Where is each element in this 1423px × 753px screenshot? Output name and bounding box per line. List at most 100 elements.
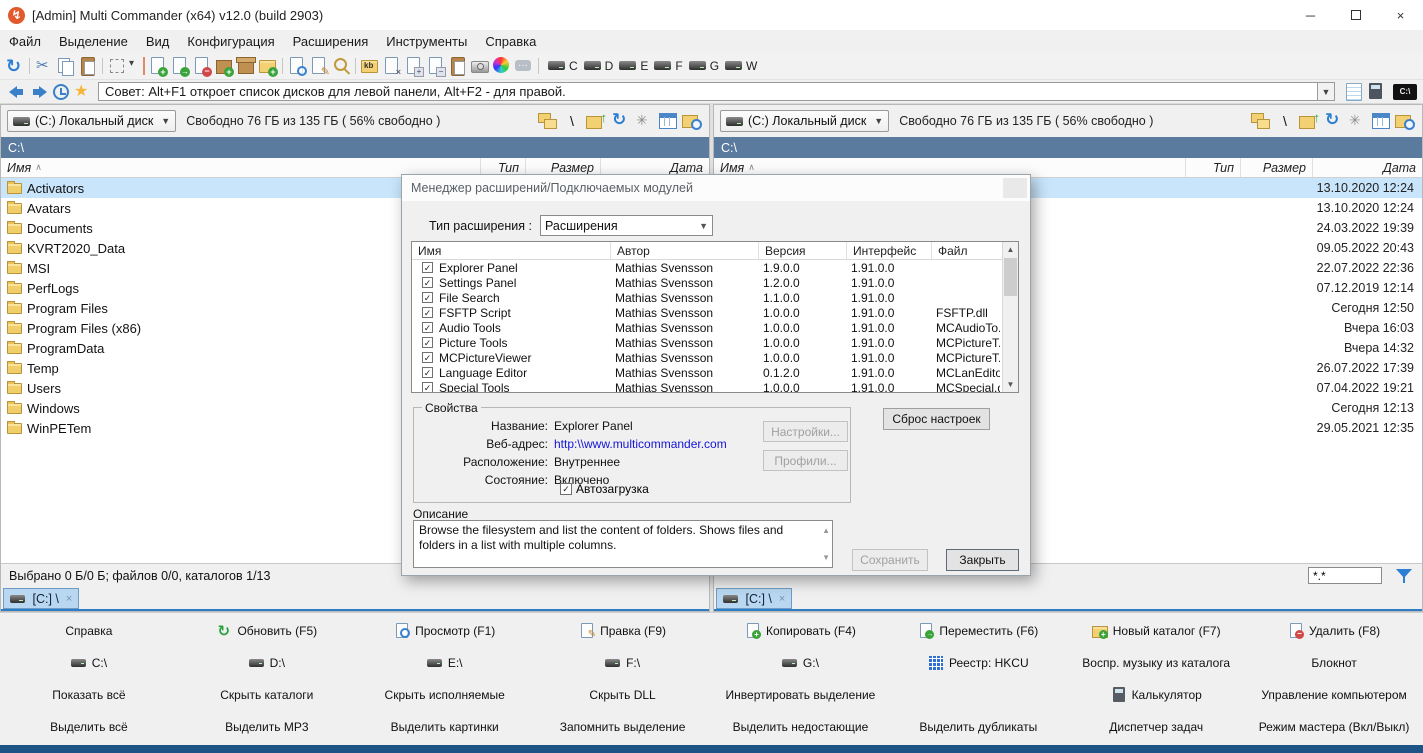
tab-close-icon[interactable]: × [66,593,72,605]
toolbar-drive-button[interactable]: F [654,59,682,73]
minimize-button[interactable]: ─ [1288,0,1333,30]
command-button[interactable]: Диспетчер задач [1067,711,1245,743]
separator[interactable] [352,55,359,77]
enabled-checkbox[interactable]: ✓ [422,367,433,378]
tab-c-drive[interactable]: [C:] \ × [716,588,792,609]
col-author[interactable]: Автор [611,242,759,259]
extension-row[interactable]: ✓Explorer Panel Mathias Svensson 1.9.0.0… [412,260,1018,275]
command-button[interactable]: Выделить дубликаты [889,711,1067,743]
save-button[interactable]: Сохранить [852,549,928,571]
command-button[interactable]: Правка (F9) [534,615,712,647]
goto-root-button[interactable]: \ [1274,111,1296,131]
command-button[interactable]: Режим мастера (Вкл/Выкл) [1245,711,1423,743]
separator[interactable] [99,55,106,77]
command-button[interactable]: Справка [0,615,178,647]
kb-folder-icon[interactable] [359,55,381,77]
enabled-checkbox[interactable]: ✓ [422,262,433,273]
extension-row[interactable]: ✓File Search Mathias Svensson 1.1.0.0 1.… [412,290,1018,305]
command-button[interactable]: Просмотр (F1) [356,615,534,647]
command-button[interactable]: Новый каталог (F7) [1067,615,1245,647]
media-player-icon[interactable] [469,55,491,77]
table-scrollbar[interactable]: ▲ ▼ [1002,242,1018,392]
command-button[interactable]: Реестр: HKCU [889,647,1067,679]
unpack-icon[interactable] [235,55,257,77]
menu-item[interactable]: Инструменты [377,30,476,52]
extension-row[interactable]: ✓Picture Tools Mathias Svensson 1.0.0.0 … [412,335,1018,350]
paste-icon[interactable] [77,55,99,77]
new-folder-icon[interactable] [257,55,279,77]
tab-c-drive[interactable]: [C:] \ × [3,588,79,609]
extension-type-select[interactable]: Расширения ▼ [540,215,713,236]
command-prompt-icon[interactable]: C:\ [1393,84,1417,100]
folder-search-icon[interactable] [681,111,703,131]
column-header-size[interactable]: Размер [1241,158,1313,177]
tip-input[interactable] [98,82,1318,101]
enabled-checkbox[interactable]: ✓ [422,307,433,318]
color-wheel-icon[interactable] [491,55,513,77]
col-version[interactable]: Версия [759,242,847,259]
command-button[interactable]: Управление компьютером [1245,679,1423,711]
scroll-thumb[interactable] [1004,258,1017,296]
enabled-checkbox[interactable]: ✓ [422,337,433,348]
close-button[interactable]: × [1378,0,1423,30]
doc-minus-icon[interactable] [425,55,447,77]
enabled-checkbox[interactable]: ✓ [422,352,433,363]
command-button[interactable]: D:\ [178,647,356,679]
col-file[interactable]: Файл [932,242,1002,259]
toolbar-drive-button[interactable]: C [548,59,578,73]
refresh-panel-button[interactable] [1322,111,1344,131]
column-header-type[interactable]: Тип [1186,158,1241,177]
calculator-icon[interactable] [1365,82,1387,102]
extension-row[interactable]: ✓Language Editor Mathias Svensson 0.1.2.… [412,365,1018,380]
left-drive-selector[interactable]: (C:) Локальный диск ▼ [7,110,176,132]
profiles-button[interactable]: Профили... [763,450,848,471]
command-button[interactable]: C:\ [0,647,178,679]
command-button[interactable]: Скрыть каталоги [178,679,356,711]
col-name[interactable]: Имя [412,242,611,259]
view-mode-icon[interactable] [1370,111,1392,131]
web-link[interactable]: http:\\www.multicommander.com [554,437,727,451]
refresh-panel-button[interactable] [609,111,631,131]
extension-row[interactable]: ✓FSFTP Script Mathias Svensson 1.0.0.0 1… [412,305,1018,320]
folder-up-button[interactable] [585,111,607,131]
extension-row[interactable]: ✓MCPictureViewer Mathias Svensson 1.0.0.… [412,350,1018,365]
menu-item[interactable]: Вид [137,30,179,52]
search-icon[interactable] [330,55,352,77]
forward-button[interactable] [28,82,50,102]
left-path-bar[interactable]: C:\ [1,137,709,158]
separator[interactable] [535,55,542,77]
back-button[interactable] [6,82,28,102]
command-button[interactable]: G:\ [712,647,890,679]
move-file-icon[interactable] [169,55,191,77]
toolbar-drive-button[interactable]: G [689,59,719,73]
dialog-close-button[interactable] [1003,178,1027,198]
command-button[interactable]: Скрыть исполняемые [356,679,534,711]
toolbar-drive-button[interactable]: W [725,59,757,73]
folder-up-button[interactable] [1298,111,1320,131]
command-button[interactable]: Скрыть DLL [534,679,712,711]
tools-wand-icon[interactable] [633,111,655,131]
column-header-date[interactable]: Дата [1313,158,1422,177]
settings-button[interactable]: Настройки... [763,421,848,442]
toolbar-drive-button[interactable]: E [619,59,648,73]
command-button[interactable]: Выделить картинки [356,711,534,743]
copy-path-icon[interactable] [1250,111,1272,131]
enabled-checkbox[interactable]: ✓ [422,322,433,333]
doc-plus-icon[interactable] [403,55,425,77]
select-mode-icon[interactable] [106,55,128,77]
scroll-down-icon[interactable]: ▼ [1003,377,1018,392]
select-caret-icon[interactable] [128,55,140,77]
toolbar-drive-button[interactable]: D [584,59,614,73]
command-button[interactable]: Выделить всё [0,711,178,743]
enabled-checkbox[interactable]: ✓ [422,382,433,393]
separator[interactable] [279,55,286,77]
filter-funnel-icon[interactable] [1394,567,1414,585]
notepad-icon[interactable] [1343,82,1365,102]
view-mode-icon[interactable] [657,111,679,131]
reset-settings-button[interactable]: Сброс настроек [883,408,990,430]
extension-row[interactable]: ✓Special Tools Mathias Svensson 1.0.0.0 … [412,380,1018,393]
separator[interactable] [140,55,147,77]
scroll-up-icon[interactable]: ▲ [822,523,830,538]
goto-root-button[interactable]: \ [561,111,583,131]
command-button[interactable]: Инвертировать выделение [712,679,890,711]
